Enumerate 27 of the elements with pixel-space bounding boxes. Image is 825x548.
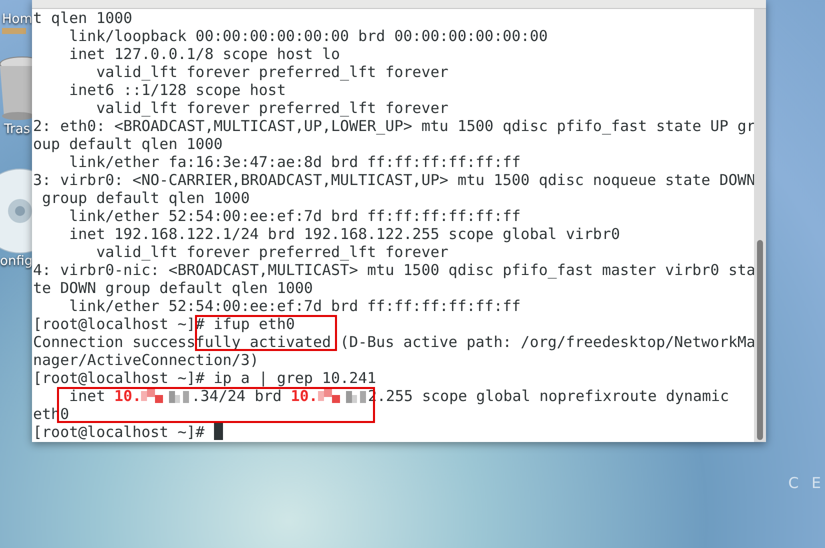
terminal-line: [root@localhost ~]#	[33, 423, 754, 441]
terminal-line: 2: eth0: <BROADCAST,MULTICAST,UP,LOWER_UP> mtu 1500 qdisc pfifo_fast state UP gr	[33, 117, 754, 135]
terminal-line: valid_lft forever preferred_lft forever	[95, 99, 450, 117]
terminal-line: inet 192.168.122.1/24 brd 192.168.122.255 scope global virbr0	[68, 225, 621, 243]
scrollbar-thumb[interactable]	[757, 240, 763, 440]
terminal-line: link/ether 52:54:00:ee:ef:7d brd ff:ff:ff:ff:ff:ff	[68, 207, 522, 225]
desktop-icon-label[interactable]: Hom	[2, 12, 32, 28]
terminal-line: valid_lft forever preferred_lft forever	[95, 63, 450, 81]
terminal-line: group default qlen 1000	[41, 189, 251, 207]
terminal-line: valid_lft forever preferred_lft forever	[95, 243, 450, 261]
terminal-line: link/ether 52:54:00:ee:ef:7d brd ff:ff:ff:ff:ff:ff	[68, 297, 522, 315]
desktop-icon-label[interactable]: onfig	[0, 254, 32, 270]
terminal-line: 3: virbr0: <NO-CARRIER,BROADCAST,MULTICAST,UP> mtu 1500 qdisc noqueue state DOWN	[33, 171, 754, 189]
terminal-line: 4: virbr0-nic: <BROADCAST,MULTICAST> mtu 1500 qdisc pfifo_fast master virbr0 sta	[33, 261, 754, 279]
desktop-logo-text: C E	[788, 474, 825, 492]
desktop-icon-label[interactable]: Tras	[4, 122, 30, 138]
terminal-line: link/ether fa:16:3e:47:ae:8d brd ff:ff:ff:ff:ff:ff	[68, 153, 522, 171]
terminal-line: oup default qlen 1000	[33, 135, 224, 153]
terminal-line: link/loopback 00:00:00:00:00:00 brd 00:00:00:00:00:00	[68, 27, 549, 45]
trash-can-icon[interactable]	[0, 56, 32, 122]
terminal-line: nager/ActiveConnection/3)	[33, 351, 260, 369]
terminal-line: te DOWN group default qlen 1000	[33, 279, 314, 297]
terminal-line: t qlen 1000	[33, 9, 134, 27]
terminal-line: inet6 ::1/128 scope host	[68, 81, 287, 99]
terminal-line: [root@localhost ~]# ip a | grep 10.241	[33, 369, 378, 387]
terminal-line: inet 127.0.0.1/8 scope host lo	[68, 45, 342, 63]
scrollbar-track[interactable]	[754, 9, 766, 442]
